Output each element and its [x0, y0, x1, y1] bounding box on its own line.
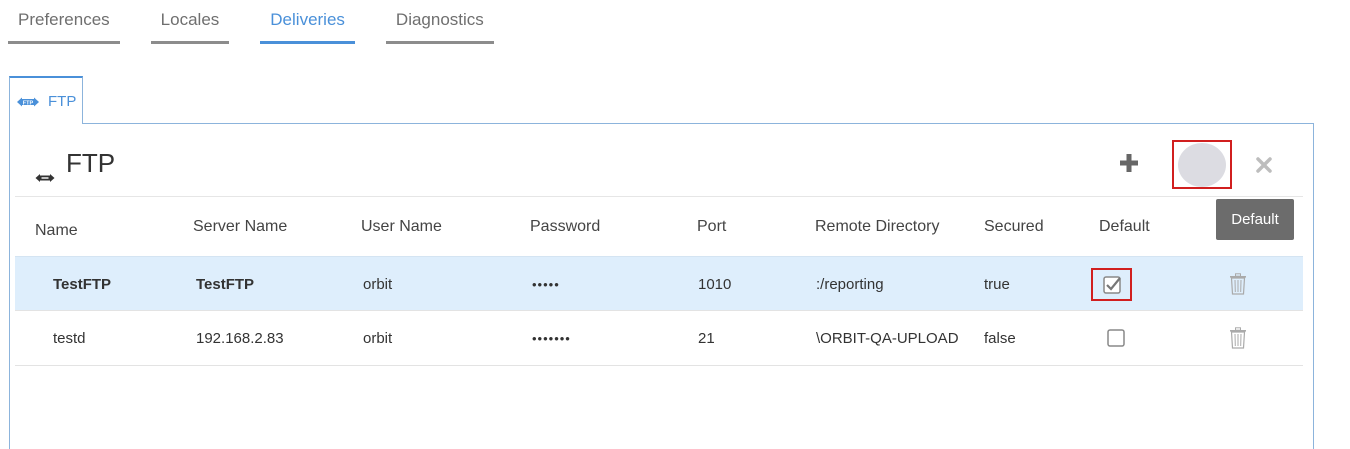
header-secured[interactable]: Secured [984, 197, 1044, 256]
tab-preferences[interactable]: Preferences [8, 0, 120, 44]
close-icon [1256, 157, 1272, 173]
svg-text:FTP: FTP [23, 100, 34, 106]
header-default[interactable]: Default [1099, 197, 1150, 256]
default-checkbox-highlight[interactable] [1091, 268, 1132, 301]
header-port[interactable]: Port [697, 197, 726, 256]
delete-button[interactable] [1229, 257, 1247, 311]
table-row[interactable]: TestFTP TestFTP orbit ••••• 1010 :/repor… [15, 256, 1303, 311]
table-row[interactable]: testd 192.168.2.83 orbit ••••••• 21 \ORB… [15, 311, 1303, 366]
header-server-name[interactable]: Server Name [193, 197, 287, 256]
plus-icon [1120, 154, 1138, 172]
subtab-ftp[interactable]: FTP FTP [9, 76, 83, 124]
default-action-button[interactable] [1172, 140, 1232, 189]
cell-name: TestFTP [53, 275, 112, 293]
ftp-arrow-icon [35, 159, 55, 182]
close-button[interactable] [1255, 156, 1273, 174]
cell-user-name: orbit [363, 329, 393, 347]
header-name[interactable]: Name [35, 201, 78, 260]
tab-diagnostics[interactable]: Diagnostics [385, 0, 494, 44]
cell-secured: false [984, 329, 1016, 347]
table-header: Name Server Name User Name Password Port… [15, 197, 1303, 256]
ftp-icon: FTP [16, 95, 40, 107]
cell-password: ••••••• [532, 330, 571, 346]
cell-remote-directory: \ORBIT-QA-UPLOAD [816, 311, 964, 365]
cell-port: 21 [698, 329, 715, 347]
cell-port: 1010 [698, 275, 732, 293]
top-tab-bar: Preferences Locales Deliveries Diagnosti… [8, 0, 525, 44]
header-password[interactable]: Password [530, 197, 600, 256]
panel-title: FTP [35, 148, 116, 182]
circle-icon [1178, 142, 1226, 187]
add-button[interactable] [1116, 150, 1142, 176]
tab-locales[interactable]: Locales [150, 0, 230, 44]
header-user-name[interactable]: User Name [361, 197, 442, 256]
cell-password: ••••• [532, 276, 560, 292]
checkbox-checked-icon[interactable] [1102, 275, 1121, 294]
cell-secured: true [984, 275, 1010, 293]
cell-remote-directory: :/reporting [816, 275, 884, 293]
ftp-panel: FTP Default Name Server Name User Name P… [9, 123, 1314, 449]
default-checkbox[interactable] [1107, 311, 1125, 365]
cell-server-name: TestFTP [196, 275, 255, 293]
checkbox-unchecked-icon[interactable] [1107, 329, 1125, 347]
cell-name: testd [53, 329, 86, 347]
panel-title-text: FTP [66, 148, 116, 178]
remote-directory-text: \ORBIT-QA-UPLOAD [816, 329, 959, 347]
trash-icon [1230, 327, 1246, 349]
trash-icon [1230, 273, 1246, 295]
tab-deliveries[interactable]: Deliveries [260, 0, 355, 44]
delete-button[interactable] [1229, 311, 1247, 365]
subtab-ftp-label: FTP [48, 92, 77, 110]
cell-server-name: 192.168.2.83 [196, 329, 284, 347]
header-remote-directory[interactable]: Remote Directory [815, 197, 939, 256]
cell-user-name: orbit [363, 275, 393, 293]
